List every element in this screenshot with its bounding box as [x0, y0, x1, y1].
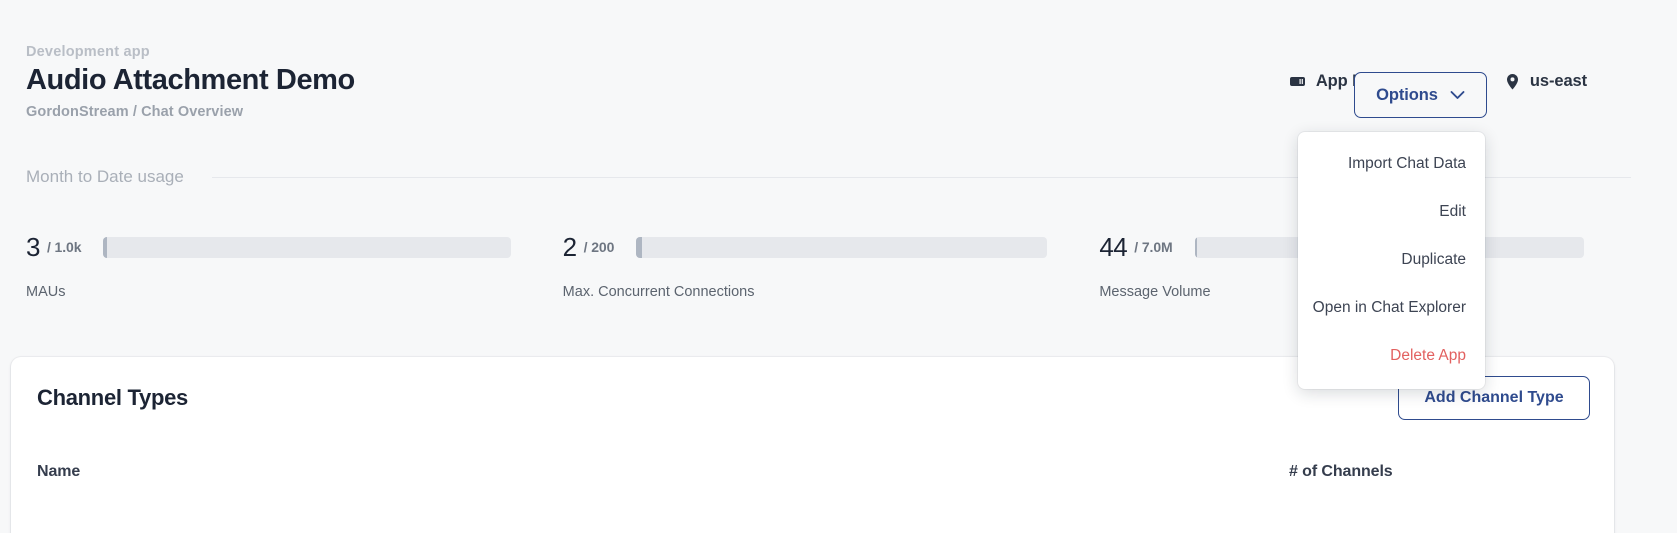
metric-value: 3 — [26, 231, 40, 262]
add-channel-type-label: Add Channel Type — [1424, 389, 1564, 406]
metric-label: Max. Concurrent Connections — [562, 284, 755, 300]
menu-item-import-chat-data[interactable]: Import Chat Data — [1298, 140, 1485, 188]
metric-value: 2 — [562, 231, 577, 262]
breadcrumb: GordonStream / Chat Overview — [26, 104, 244, 120]
location-pin-icon — [1505, 73, 1520, 91]
metric-limit: / 1.0k — [46, 239, 82, 255]
channel-types-title: Channel Types — [37, 385, 188, 410]
app-environment-label: Development app — [26, 44, 150, 60]
metric-limit: / 200 — [583, 239, 615, 255]
metric-progress-fill — [1194, 236, 1197, 258]
metric-label: MAUs — [26, 284, 66, 300]
chevron-down-icon — [1450, 90, 1465, 100]
usage-section-title: Month to Date usage — [26, 167, 184, 186]
options-button-label: Options — [1376, 85, 1438, 104]
metric-maus: 3 / 1.0k MAUs — [26, 228, 563, 300]
menu-item-edit[interactable]: Edit — [1298, 188, 1485, 236]
column-header-name: Name — [37, 463, 81, 480]
metric-value: 44 — [1099, 231, 1128, 262]
region-value: us-east — [1529, 72, 1587, 90]
region-meta: us-east — [1505, 72, 1587, 91]
metric-row: 3 / 1.0k — [26, 228, 563, 266]
options-button[interactable]: Options — [1354, 72, 1487, 118]
metric-progress-fill — [103, 236, 108, 258]
metric-limit: / 7.0M — [1134, 239, 1173, 255]
app-overview-page: Development app Audio Attachment Demo Go… — [0, 0, 1677, 533]
menu-item-open-in-chat-explorer[interactable]: Open in Chat Explorer — [1298, 284, 1485, 332]
page-title: Audio Attachment Demo — [26, 64, 355, 96]
app-chip-icon — [1289, 73, 1306, 90]
metric-row: 2 / 200 — [563, 228, 1100, 266]
channel-types-table-header: Name # of Channels — [11, 443, 1614, 519]
metric-progress-bar — [636, 236, 1048, 258]
metric-max-concurrent-connections: 2 / 200 Max. Concurrent Connections — [563, 228, 1100, 300]
metric-progress-fill — [636, 236, 643, 258]
page-header: Development app Audio Attachment Demo Go… — [0, 0, 1677, 140]
column-header-channel-count: # of Channels — [1289, 463, 1393, 480]
metric-progress-bar — [103, 236, 511, 258]
menu-item-duplicate[interactable]: Duplicate — [1298, 236, 1485, 284]
options-dropdown-menu: Import Chat Data Edit Duplicate Open in … — [1298, 132, 1485, 389]
menu-item-delete-app[interactable]: Delete App — [1298, 332, 1485, 380]
